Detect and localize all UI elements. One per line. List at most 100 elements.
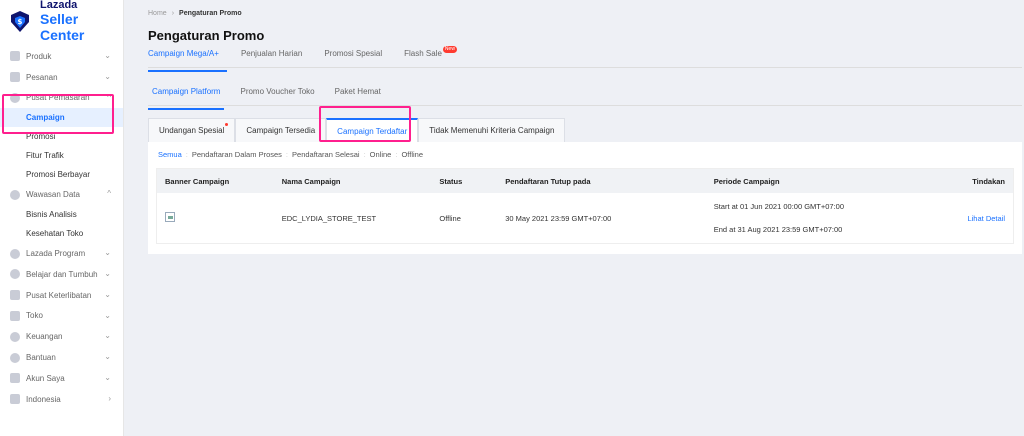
sidebar-item-pesanan[interactable]: Pesanan ⌄ (0, 67, 123, 88)
table-header: Banner Campaign Nama Campaign Status Pen… (157, 169, 1013, 193)
header-banner-campaign: Banner Campaign (165, 176, 230, 186)
breadcrumb: Home › Pengaturan Promo (148, 10, 242, 17)
tab-tidak-memenuhi-kriteria[interactable]: Tidak Memenuhi Kriteria Campaign (418, 118, 566, 142)
tab-campaign-terdaftar[interactable]: Campaign Terdaftar (326, 118, 419, 142)
page-title: Pengaturan Promo (148, 28, 265, 43)
filter-semua[interactable]: Semua (158, 150, 182, 159)
sidebar-item-keuangan[interactable]: Keuangan ⌄ (0, 326, 123, 347)
main-content: Home › Pengaturan Promo Pengaturan Promo… (124, 0, 1024, 436)
sidebar-item-lazada-program[interactable]: Lazada Program ⌄ (0, 243, 123, 264)
sidebar-subitem-bisnis-analisis[interactable]: Bisnis Analisis (0, 205, 123, 224)
campaign-close-at: 30 May 2021 23:59 GMT+07:00 (505, 213, 612, 223)
learn-icon (10, 269, 20, 280)
sidebar-item-produk[interactable]: Produk ⌄ (0, 46, 123, 67)
sidebar-subitem-promosi[interactable]: Promosi (0, 127, 123, 146)
svg-text:$: $ (18, 18, 23, 26)
campaign-card: Semua : Pendaftaran Dalam Proses : Penda… (148, 142, 1022, 254)
sidebar-subitem-kesehatan-toko[interactable]: Kesehatan Toko (0, 224, 123, 243)
chevron-down-icon: ⌄ (104, 71, 111, 81)
tabs-campaign-category: Campaign Platform Promo Voucher Toko Pak… (148, 84, 1022, 110)
campaign-table: Banner Campaign Nama Campaign Status Pen… (156, 168, 1014, 244)
tab-promosi-spesial[interactable]: Promosi Spesial (324, 46, 390, 67)
notification-dot (225, 123, 229, 126)
tab-label: Undangan Spesial (159, 126, 225, 135)
sidebar-item-akun-saya[interactable]: Akun Saya ⌄ (0, 368, 123, 389)
brand-line2: Seller Center (40, 11, 85, 43)
broken-image-icon (165, 212, 175, 222)
new-badge: New (442, 46, 457, 53)
account-icon (10, 373, 20, 384)
sidebar-item-bantuan[interactable]: Bantuan ⌄ (0, 347, 123, 368)
sidebar-item-label: Pusat Keterlibatan (26, 290, 92, 300)
campaign-status: Offline (439, 213, 461, 223)
sidebar-item-wawasan-data[interactable]: Wawasan Data ^ (0, 184, 123, 205)
sidebar-item-label: Pusat Pemasaran (26, 93, 90, 103)
filter-pendaftaran-selesai[interactable]: Pendaftaran Selesai (292, 150, 360, 159)
tab-undangan-spesial[interactable]: Undangan Spesial (148, 118, 236, 142)
lazada-logo[interactable]: $ Lazada Seller Center (0, 0, 123, 43)
status-filters: Semua : Pendaftaran Dalam Proses : Penda… (158, 150, 427, 159)
table-row: EDC_LYDIA_STORE_TEST Offline 30 May 2021… (157, 193, 1013, 243)
sidebar-item-label: Indonesia (26, 394, 61, 404)
tab-paket-hemat[interactable]: Paket Hemat (331, 84, 385, 105)
header-status: Status (439, 176, 463, 186)
tab-promo-voucher-toko[interactable]: Promo Voucher Toko (236, 84, 318, 105)
tab-campaign-tersedia[interactable]: Campaign Tersedia (235, 118, 327, 142)
star-icon (10, 248, 20, 259)
chevron-down-icon: ⌄ (104, 289, 111, 299)
chevron-down-icon: ⌄ (104, 51, 111, 60)
breadcrumb-home[interactable]: Home (148, 10, 167, 17)
sidebar-item-label: Lazada Program (26, 249, 86, 259)
sidebar-item-label: Pesanan (26, 72, 58, 82)
sidebar-item-label: Wawasan Data (26, 190, 80, 200)
sidebar-subitem-promosi-berbayar[interactable]: Promosi Berbayar (0, 165, 123, 184)
lihat-detail-link[interactable]: Lihat Detail (967, 214, 1005, 223)
tab-campaign-mega[interactable]: Campaign Mega/A+ (148, 46, 227, 72)
filter-offline[interactable]: Offline (401, 150, 423, 159)
header-nama-campaign: Nama Campaign (281, 176, 341, 186)
sidebar-item-label: Keuangan (26, 332, 63, 342)
sidebar-item-label: Belajar dan Tumbuh (26, 269, 98, 279)
chevron-up-icon: ^ (107, 92, 111, 102)
flag-icon (10, 394, 20, 405)
lazada-heart-logo-icon: $ (8, 9, 32, 33)
tabs-campaign-status: Undangan Spesial Campaign Tersedia Campa… (148, 118, 566, 142)
chevron-down-icon: ⌄ (104, 248, 111, 258)
sidebar-item-pusat-pemasaran[interactable]: Pusat Pemasaran ^ (0, 88, 123, 109)
chevron-up-icon: ^ (107, 189, 111, 199)
sidebar-subitem-fitur-trafik[interactable]: Fitur Trafik (0, 146, 123, 165)
breadcrumb-separator: › (171, 10, 175, 17)
tab-flash-sale[interactable]: Flash Sale New (404, 46, 465, 67)
filter-online[interactable]: Online (370, 150, 392, 159)
sidebar-item-label: Akun Saya (26, 373, 65, 383)
filter-pendaftaran-dalam-proses[interactable]: Pendaftaran Dalam Proses (192, 150, 282, 159)
tab-campaign-platform[interactable]: Campaign Platform (148, 84, 225, 110)
tab-penjualan-harian[interactable]: Penjualan Harian (241, 46, 310, 67)
chevron-down-icon: ⌄ (104, 310, 111, 320)
list-icon (10, 72, 20, 83)
header-pendaftaran-tutup: Pendaftaran Tutup pada (505, 176, 591, 186)
finance-icon (10, 331, 20, 342)
campaign-name: EDC_LYDIA_STORE_TEST (281, 213, 377, 223)
sidebar-item-pusat-keterlibatan[interactable]: Pusat Keterlibatan ⌄ (0, 285, 123, 306)
sidebar-item-belajar-dan-tumbuh[interactable]: Belajar dan Tumbuh ⌄ (0, 264, 123, 285)
period-end: End at 31 Aug 2021 23:59 GMT+07:00 (713, 225, 843, 234)
filter-separator: : (185, 150, 188, 159)
brand-line1: Lazada (40, 0, 78, 11)
breadcrumb-current: Pengaturan Promo (179, 10, 242, 17)
tab-label: Flash Sale (404, 49, 442, 58)
filter-separator: : (363, 150, 366, 159)
store-icon (10, 310, 20, 321)
box-icon (10, 51, 20, 62)
campaign-period: Start at 01 Jun 2021 00:00 GMT+07:00 End… (706, 201, 927, 235)
header-periode-campaign: Periode Campaign (713, 176, 780, 186)
sidebar-item-toko[interactable]: Toko ⌄ (0, 306, 123, 327)
help-icon (10, 352, 20, 363)
megaphone-icon (10, 92, 20, 103)
sidebar-item-indonesia[interactable]: Indonesia › (0, 389, 123, 410)
chevron-down-icon: ⌄ (104, 268, 111, 278)
sidebar-subitem-campaign[interactable]: Campaign (0, 108, 123, 128)
chevron-down-icon: ⌄ (104, 331, 111, 341)
chevron-right-icon: › (108, 393, 111, 403)
chevron-down-icon: ⌄ (104, 372, 111, 382)
